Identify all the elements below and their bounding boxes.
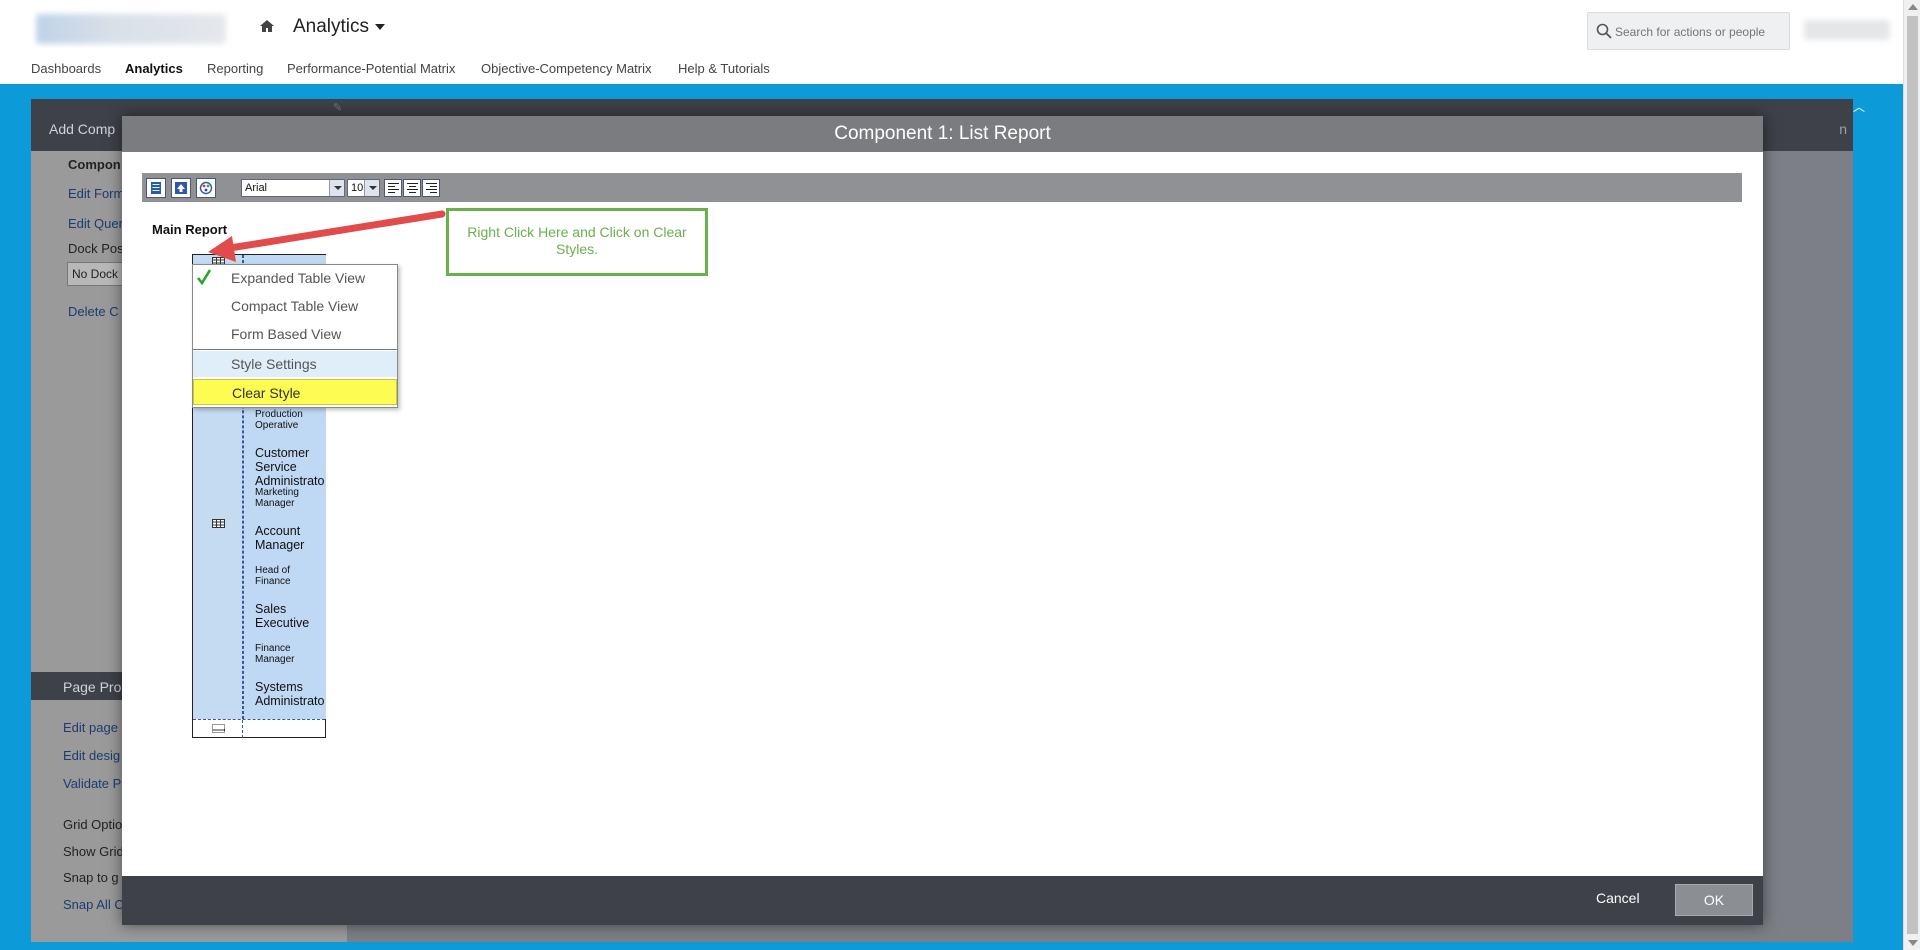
menu-item-compact-table-view[interactable]: Compact Table View <box>193 293 397 319</box>
table-row: Sales Executive <box>255 602 310 630</box>
page-properties-title: Page Pro <box>63 679 122 695</box>
report-footer-row[interactable] <box>193 719 325 738</box>
app-title-label: Analytics <box>293 16 370 37</box>
validate-page-link[interactable]: Validate P <box>63 776 121 791</box>
nav-analytics[interactable]: Analytics <box>125 61 183 76</box>
menu-item-label: Form Based View <box>231 326 342 342</box>
menu-item-label: Style Settings <box>231 356 317 372</box>
collapse-icon[interactable]: ︿ <box>1853 98 1865 114</box>
table-grid-icon <box>212 519 225 528</box>
table-row: Production Operative <box>255 409 303 432</box>
company-logo[interactable] <box>36 14 226 44</box>
scroll-up-icon[interactable] <box>1908 4 1918 10</box>
nav-reporting[interactable]: Reporting <box>207 61 263 76</box>
pin-icon[interactable]: ✎ <box>333 101 342 114</box>
annotation-arrow-icon <box>208 210 446 262</box>
table-row: Customer Service Administrato <box>255 446 325 488</box>
user-menu[interactable] <box>1804 20 1890 40</box>
table-row: Account Manager <box>255 524 305 552</box>
grid-options-label: Grid Optio <box>63 817 123 832</box>
table-grid-icon <box>212 724 225 733</box>
chevron-down-icon <box>375 23 386 30</box>
top-header: Analytics Dashboards Analytics Reporting… <box>0 0 1903 84</box>
nav-dashboards[interactable]: Dashboards <box>31 61 101 76</box>
edit-form-link[interactable]: Edit Form <box>68 186 124 201</box>
table-row: Systems Administrato <box>255 680 325 708</box>
edit-page-link[interactable]: Edit page <box>63 720 118 735</box>
table-row: Finance Manager <box>255 643 295 666</box>
show-grid-label[interactable]: Show Grid <box>63 844 124 859</box>
scrollbar-thumb[interactable] <box>1907 16 1918 934</box>
search-input[interactable] <box>1615 22 1785 42</box>
designer-header-text: n <box>1839 121 1847 137</box>
context-menu: Expanded Table View Compact Table View F… <box>192 264 398 408</box>
search-box[interactable] <box>1587 12 1790 50</box>
scroll-down-icon[interactable] <box>1908 940 1918 946</box>
cancel-button[interactable]: Cancel <box>1596 890 1640 906</box>
dock-position-label: Dock Pos <box>68 241 124 256</box>
snap-all-link[interactable]: Snap All C <box>63 897 124 912</box>
menu-item-label: Compact Table View <box>231 298 359 314</box>
menu-item-label: Clear Style <box>232 385 301 401</box>
menu-item-clear-style[interactable]: Clear Style <box>193 379 397 405</box>
dock-position-select[interactable]: No Dock <box>67 262 127 286</box>
menu-divider <box>193 349 397 350</box>
table-row: Marketing Manager <box>255 487 299 510</box>
report-footer-cell <box>193 720 243 738</box>
snap-to-grid-label[interactable]: Snap to g <box>63 870 119 885</box>
component-label: Compon <box>68 157 121 172</box>
table-row: Head of Finance <box>255 565 291 588</box>
panel-title: Add Comp <box>49 121 116 137</box>
menu-item-form-based-view[interactable]: Form Based View <box>193 321 397 347</box>
edit-design-link[interactable]: Edit desig <box>63 748 120 763</box>
app-menu-button[interactable]: Analytics <box>293 16 386 38</box>
page-scrollbar[interactable] <box>1903 0 1920 950</box>
ok-button[interactable]: OK <box>1675 884 1753 916</box>
delete-component-link[interactable]: Delete C <box>68 304 119 319</box>
home-icon[interactable] <box>258 17 276 35</box>
nav-help-tutorials[interactable]: Help & Tutorials <box>678 61 770 76</box>
edit-query-link[interactable]: Edit Quer <box>68 216 123 231</box>
dialog-footer: Cancel OK <box>122 876 1763 925</box>
menu-item-style-settings[interactable]: Style Settings <box>193 351 397 377</box>
nav-objective-competency-matrix[interactable]: Objective-Competency Matrix <box>481 61 652 76</box>
list-report-dialog: Component 1: List Report Arial 10 Main R… <box>122 116 1763 925</box>
search-icon <box>1596 23 1612 39</box>
nav-performance-potential-matrix[interactable]: Performance-Potential Matrix <box>287 61 455 76</box>
